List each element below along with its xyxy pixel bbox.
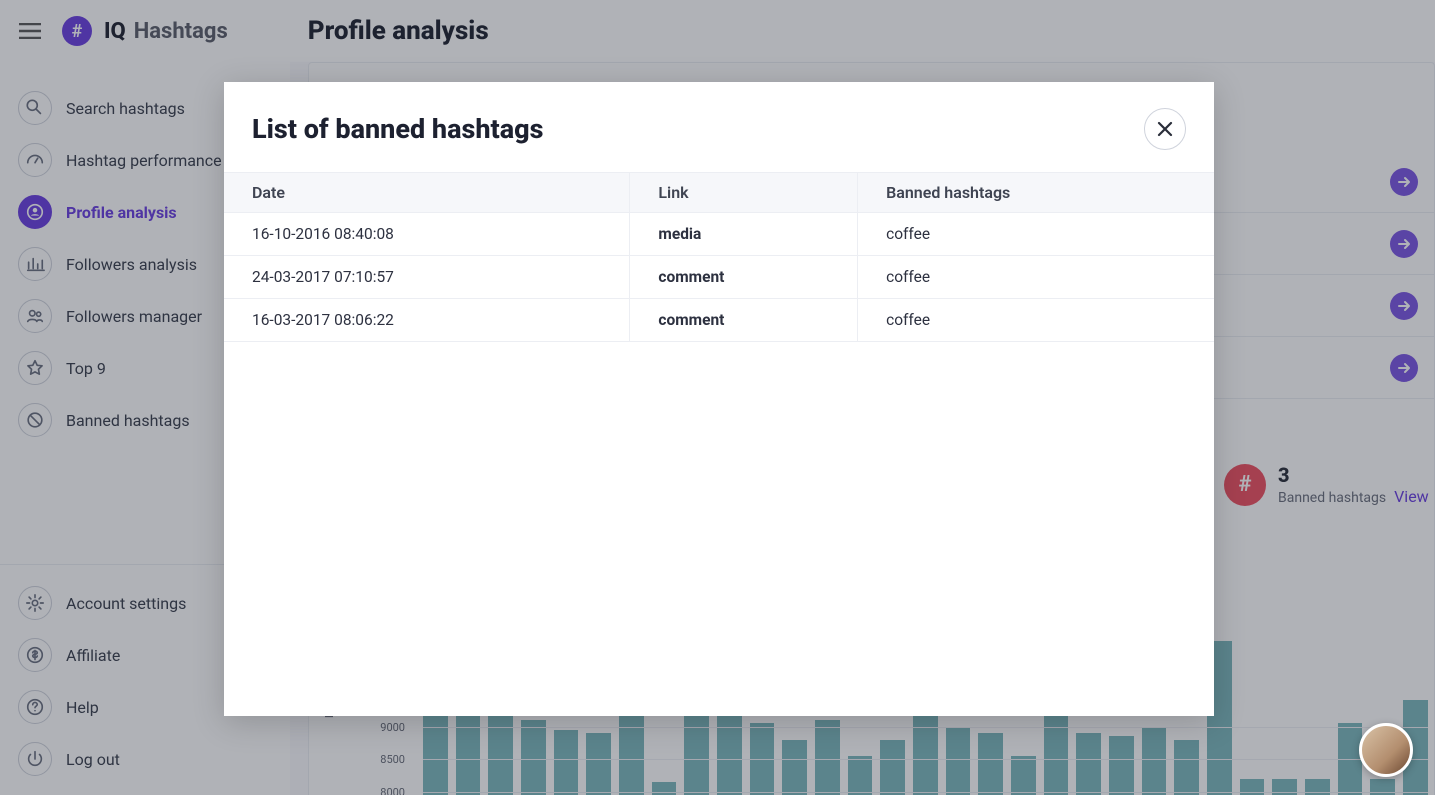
cell-date: 16-03-2017 08:06:22 — [224, 299, 630, 342]
modal-close-button[interactable] — [1144, 108, 1186, 150]
cell-link[interactable]: comment — [630, 299, 858, 342]
cell-banned: coffee — [858, 256, 1214, 299]
cell-date: 16-10-2016 08:40:08 — [224, 213, 630, 256]
banned-hashtags-modal: List of banned hashtags Date Link Banned… — [224, 82, 1214, 716]
table-header-row: Date Link Banned hashtags — [224, 173, 1214, 213]
modal-title: List of banned hashtags — [252, 113, 543, 145]
table-row: 16-03-2017 08:06:22commentcoffee — [224, 299, 1214, 342]
support-chat-avatar[interactable] — [1359, 723, 1413, 777]
cell-date: 24-03-2017 07:10:57 — [224, 256, 630, 299]
column-date: Date — [224, 173, 630, 213]
cell-link[interactable]: media — [630, 213, 858, 256]
modal-header: List of banned hashtags — [224, 82, 1214, 172]
column-link: Link — [630, 173, 858, 213]
table-row: 16-10-2016 08:40:08mediacoffee — [224, 213, 1214, 256]
cell-banned: coffee — [858, 213, 1214, 256]
column-banned: Banned hashtags — [858, 173, 1214, 213]
table-row: 24-03-2017 07:10:57commentcoffee — [224, 256, 1214, 299]
close-icon — [1157, 121, 1173, 137]
banned-hashtags-table: Date Link Banned hashtags 16-10-2016 08:… — [224, 172, 1214, 342]
cell-banned: coffee — [858, 299, 1214, 342]
cell-link[interactable]: comment — [630, 256, 858, 299]
